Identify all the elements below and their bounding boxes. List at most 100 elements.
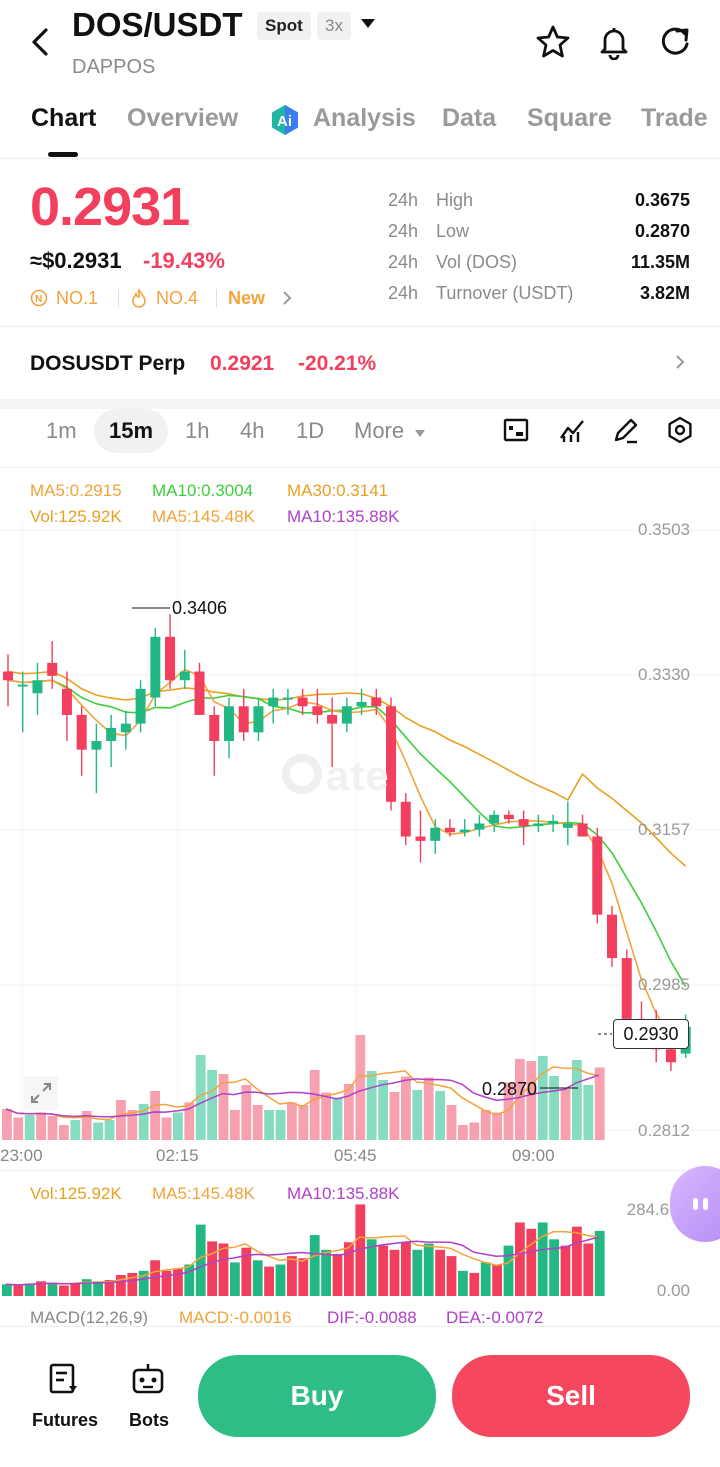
divider: [0, 467, 720, 468]
candlestick-chart[interactable]: [0, 520, 720, 1170]
volume-bar: [492, 1112, 502, 1140]
candle-body: [47, 662, 58, 676]
candle-body: [459, 829, 470, 833]
perp-row[interactable]: DOSUSDT Perp 0.2921 -20.21%: [0, 327, 720, 399]
ai-icon: Ai: [269, 104, 301, 141]
volume-sub-bar: [184, 1264, 195, 1296]
rank-no1[interactable]: NO.1: [56, 288, 98, 309]
volume-sub-bar: [252, 1260, 263, 1296]
candle-body: [533, 823, 544, 827]
candle-body: [621, 958, 632, 1019]
volume-sub-bar: [401, 1242, 411, 1296]
candle-body: [106, 727, 117, 741]
volume-sub-bar: [264, 1266, 274, 1296]
stat-label: Turnover (USDT): [436, 283, 574, 303]
futures-button[interactable]: Futures: [30, 1358, 100, 1436]
volume-bar: [230, 1110, 240, 1140]
volume-bar: [344, 1084, 354, 1140]
back-button[interactable]: [24, 26, 56, 58]
stat-label: High: [436, 190, 474, 210]
volume-bar: [458, 1125, 468, 1140]
chart-settings-icon[interactable]: [666, 416, 694, 449]
candle-body: [430, 827, 441, 841]
stat-label: Low: [436, 221, 470, 241]
x-tick: 02:15: [156, 1146, 199, 1165]
volume-sub-bar: [446, 1256, 457, 1296]
volume-bar: [332, 1097, 343, 1140]
volume-bar: [321, 1092, 331, 1140]
candle-body: [444, 827, 455, 833]
volume-bar: [47, 1116, 58, 1140]
pair-title[interactable]: DOS/USDT: [72, 6, 243, 44]
candle-body: [282, 697, 293, 700]
volume-bar: [560, 1089, 571, 1140]
y-tick: 0.3157: [638, 820, 690, 839]
y-tick: 0.3503: [638, 520, 690, 539]
candle-body: [341, 706, 352, 724]
favorite-star-icon[interactable]: [535, 24, 571, 65]
tab-overview[interactable]: Overview: [127, 104, 238, 133]
candle-body: [327, 714, 338, 724]
bots-label: Bots: [129, 1410, 169, 1430]
divider: [0, 158, 720, 159]
dif-value: DIF:-0.0088: [327, 1308, 417, 1327]
futures-icon: [49, 1363, 77, 1394]
volume-bar: [423, 1077, 434, 1140]
tab-chart[interactable]: Chart: [31, 104, 96, 133]
volume-sub-bar: [13, 1285, 24, 1296]
volume-bar: [412, 1090, 423, 1140]
y-tick: 0.2985: [638, 975, 690, 994]
buy-button[interactable]: Buy: [198, 1355, 436, 1437]
volume-sub-bar: [298, 1258, 309, 1296]
timeframe-1d[interactable]: 1D: [296, 418, 324, 444]
high-price-label: 0.3406: [172, 598, 228, 618]
current-price-label: 0.2930: [613, 1019, 689, 1049]
timeframe-more[interactable]: More: [354, 418, 404, 444]
macd-title: MACD(12,26,9): [30, 1308, 149, 1327]
candle-body: [165, 636, 176, 681]
bots-icon: [132, 1364, 164, 1394]
volume-bar: [572, 1060, 582, 1140]
svg-text:Ai: Ai: [277, 113, 292, 130]
timeframe-4h[interactable]: 4h: [240, 418, 264, 444]
volume-bar: [116, 1100, 126, 1140]
timeframe-1m[interactable]: 1m: [46, 418, 77, 444]
volume-sub-bar: [2, 1284, 12, 1296]
stat-period: 24h: [388, 252, 419, 272]
alert-bell-icon[interactable]: [596, 24, 632, 65]
volume-sub-bar: [24, 1283, 35, 1296]
chart-type-icon[interactable]: [502, 416, 530, 449]
timeframe-1h[interactable]: 1h: [185, 418, 209, 444]
rank-badge-icon: N: [30, 289, 48, 312]
volume-sub-bar: [537, 1222, 548, 1296]
candle-body: [371, 697, 382, 707]
tab-trade[interactable]: Trade: [641, 104, 708, 133]
expand-chart-button[interactable]: [24, 1076, 58, 1110]
candle-body: [518, 819, 529, 827]
indicators-icon[interactable]: [558, 416, 586, 449]
pair-dropdown-icon[interactable]: [360, 16, 376, 37]
draw-pencil-icon[interactable]: [612, 416, 640, 449]
volume-bar: [252, 1105, 263, 1140]
sell-button[interactable]: Sell: [452, 1355, 690, 1437]
chevron-right-icon[interactable]: [281, 289, 293, 312]
y-tick: 0.2812: [638, 1121, 690, 1140]
project-name: DAPPOS: [72, 56, 156, 78]
bots-button[interactable]: Bots: [122, 1358, 182, 1436]
rank-no4[interactable]: NO.4: [156, 288, 198, 309]
tab-square[interactable]: Square: [527, 104, 612, 133]
tab-analysis[interactable]: Analysis: [313, 104, 416, 133]
volume-bar: [469, 1122, 480, 1140]
volume-sub-bar: [526, 1228, 537, 1296]
new-label[interactable]: New: [228, 288, 265, 309]
volume-sub-bar: [218, 1243, 229, 1296]
volume-bar: [287, 1102, 297, 1140]
last-price: 0.2931: [30, 177, 190, 237]
refresh-icon[interactable]: [657, 24, 693, 65]
candle-body: [503, 814, 514, 820]
candle-body: [120, 723, 131, 733]
tab-bar: Chart Overview Ai Analysis Data Square T…: [0, 104, 720, 158]
timeframe-15m[interactable]: 15m: [109, 418, 153, 444]
stat-period: 24h: [388, 221, 419, 241]
tab-data[interactable]: Data: [442, 104, 496, 133]
